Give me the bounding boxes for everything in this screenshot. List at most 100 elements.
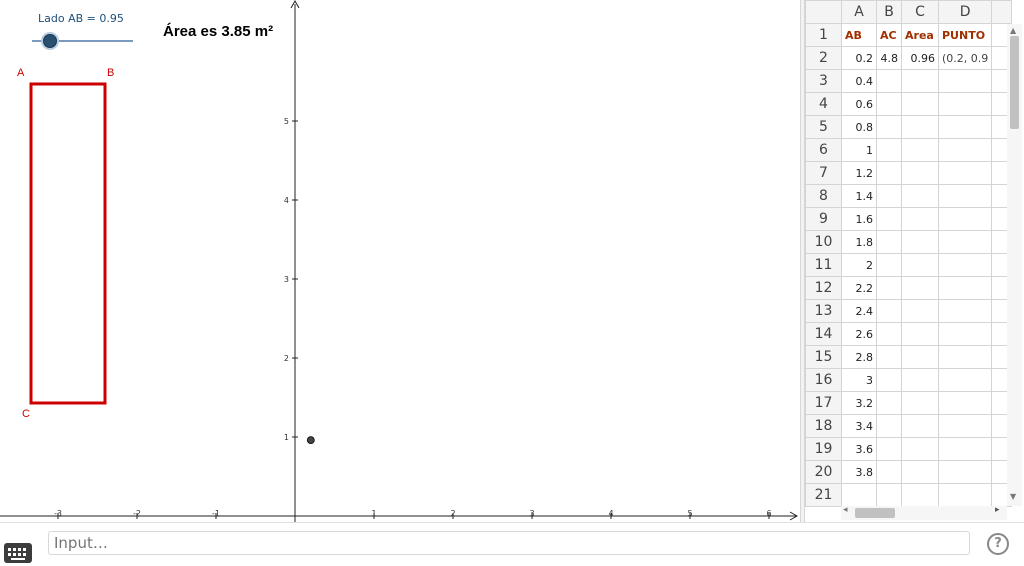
- column-header-d[interactable]: D: [937, 0, 993, 24]
- row-header[interactable]: 5: [805, 115, 842, 139]
- cell-d3[interactable]: [937, 69, 993, 93]
- row-header[interactable]: 10: [805, 230, 842, 254]
- cell-c20[interactable]: [901, 460, 939, 484]
- column-header-a[interactable]: A: [841, 0, 877, 24]
- spreadsheet-view[interactable]: A B C D 1 AB AC Area PUNTO 2 0.2 4.8 0.96 (0.2, 0…: [805, 0, 1024, 522]
- graphics-canvas[interactable]: -3 -2 -1 1 2 3 4 5 6 1 2 3 4 5: [0, 0, 800, 522]
- scroll-left-icon[interactable]: ◂: [843, 505, 848, 515]
- vertical-scroll-thumb[interactable]: [1010, 36, 1019, 129]
- cell-a21[interactable]: [841, 483, 877, 507]
- cell-b7[interactable]: [876, 161, 902, 185]
- cell-a4[interactable]: 0.6: [841, 92, 877, 116]
- cell-a19[interactable]: 3.6: [841, 437, 877, 461]
- cell-b15[interactable]: [876, 345, 902, 369]
- row-header[interactable]: 17: [805, 391, 842, 415]
- cell-c6[interactable]: [901, 138, 939, 162]
- row-header[interactable]: 15: [805, 345, 842, 369]
- column-header-c[interactable]: C: [901, 0, 939, 24]
- cell-a15[interactable]: 2.8: [841, 345, 877, 369]
- row-header[interactable]: 1: [805, 23, 842, 47]
- graphics-view[interactable]: -3 -2 -1 1 2 3 4 5 6 1 2 3 4 5 Lado AB = 0.95 Área e…: [0, 0, 800, 522]
- cell-c3[interactable]: [901, 69, 939, 93]
- row-header[interactable]: 8: [805, 184, 842, 208]
- cell-a13[interactable]: 2.4: [841, 299, 877, 323]
- cell-b16[interactable]: [876, 368, 902, 392]
- row-header[interactable]: 7: [805, 161, 842, 185]
- cell-d6[interactable]: [937, 138, 993, 162]
- cell-a12[interactable]: 2.2: [841, 276, 877, 300]
- cell-d13[interactable]: [937, 299, 993, 323]
- row-header[interactable]: 13: [805, 299, 842, 323]
- help-icon[interactable]: ?: [987, 533, 1009, 555]
- row-header[interactable]: 18: [805, 414, 842, 438]
- cell-b2[interactable]: 4.8: [876, 46, 902, 70]
- cell-a16[interactable]: 3: [841, 368, 877, 392]
- cell-c16[interactable]: [901, 368, 939, 392]
- cell-a6[interactable]: 1: [841, 138, 877, 162]
- cell-a11[interactable]: 2: [841, 253, 877, 277]
- input-field[interactable]: [49, 532, 969, 554]
- column-header-b[interactable]: B: [876, 0, 902, 24]
- cell-b12[interactable]: [876, 276, 902, 300]
- cell-d15[interactable]: [937, 345, 993, 369]
- area-point[interactable]: [306, 436, 315, 445]
- cell-d16[interactable]: [937, 368, 993, 392]
- cell-b14[interactable]: [876, 322, 902, 346]
- cell-a7[interactable]: 1.2: [841, 161, 877, 185]
- cell-b8[interactable]: [876, 184, 902, 208]
- cell-d20[interactable]: [937, 460, 993, 484]
- cell-d7[interactable]: [937, 161, 993, 185]
- cell-b6[interactable]: [876, 138, 902, 162]
- cell-a14[interactable]: 2.6: [841, 322, 877, 346]
- row-header[interactable]: 11: [805, 253, 842, 277]
- cell-c14[interactable]: [901, 322, 939, 346]
- cell-b19[interactable]: [876, 437, 902, 461]
- cell-c12[interactable]: [901, 276, 939, 300]
- cell-c7[interactable]: [901, 161, 939, 185]
- cell-a2[interactable]: 0.2: [841, 46, 877, 70]
- cell-d5[interactable]: [937, 115, 993, 139]
- cell-c17[interactable]: [901, 391, 939, 415]
- scroll-right-icon[interactable]: ▸: [995, 505, 1000, 515]
- cell-b9[interactable]: [876, 207, 902, 231]
- cell-d8[interactable]: [937, 184, 993, 208]
- cell-b3[interactable]: [876, 69, 902, 93]
- cell-d2[interactable]: (0.2, 0.9: [937, 46, 993, 70]
- cell-b5[interactable]: [876, 115, 902, 139]
- cell-b10[interactable]: [876, 230, 902, 254]
- cell-a17[interactable]: 3.2: [841, 391, 877, 415]
- cell-a5[interactable]: 0.8: [841, 115, 877, 139]
- cell-b1[interactable]: AC: [876, 23, 902, 47]
- row-header[interactable]: 12: [805, 276, 842, 300]
- cell-c21[interactable]: [901, 483, 939, 507]
- cell-c18[interactable]: [901, 414, 939, 438]
- cell-c15[interactable]: [901, 345, 939, 369]
- cell-b20[interactable]: [876, 460, 902, 484]
- cell-c19[interactable]: [901, 437, 939, 461]
- slider-thumb[interactable]: [43, 34, 57, 48]
- cell-a8[interactable]: 1.4: [841, 184, 877, 208]
- cell-a3[interactable]: 0.4: [841, 69, 877, 93]
- cell-d18[interactable]: [937, 414, 993, 438]
- cell-b13[interactable]: [876, 299, 902, 323]
- cell-c10[interactable]: [901, 230, 939, 254]
- row-header[interactable]: 21: [805, 483, 842, 507]
- cell-b11[interactable]: [876, 253, 902, 277]
- keyboard-icon[interactable]: [4, 543, 32, 563]
- cell-c8[interactable]: [901, 184, 939, 208]
- cell-c5[interactable]: [901, 115, 939, 139]
- cell-d14[interactable]: [937, 322, 993, 346]
- cell-b21[interactable]: [876, 483, 902, 507]
- row-header[interactable]: 19: [805, 437, 842, 461]
- row-header[interactable]: 9: [805, 207, 842, 231]
- cell-d12[interactable]: [937, 276, 993, 300]
- horizontal-scroll-thumb[interactable]: [855, 508, 895, 518]
- cell-c4[interactable]: [901, 92, 939, 116]
- cell-a10[interactable]: 1.8: [841, 230, 877, 254]
- row-header[interactable]: 4: [805, 92, 842, 116]
- row-header[interactable]: 3: [805, 69, 842, 93]
- cell-c1[interactable]: Area: [901, 23, 939, 47]
- cell-a18[interactable]: 3.4: [841, 414, 877, 438]
- cell-d17[interactable]: [937, 391, 993, 415]
- cell-d10[interactable]: [937, 230, 993, 254]
